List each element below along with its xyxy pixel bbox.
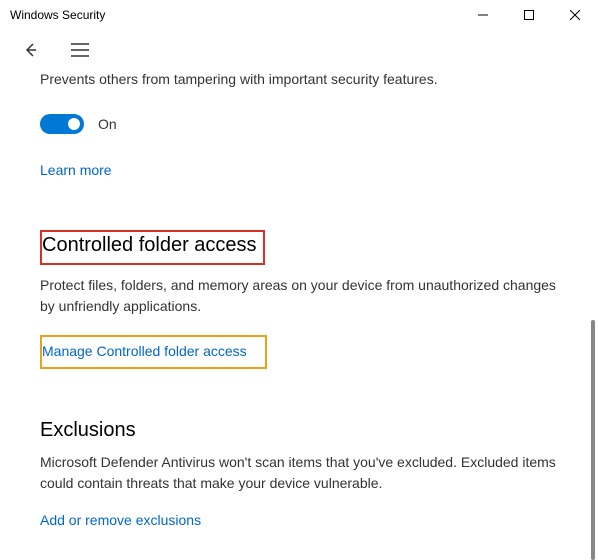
controlled-folder-section: Controlled folder access Protect files, … <box>40 230 578 369</box>
manage-controlled-folder-link[interactable]: Manage Controlled folder access <box>42 343 247 359</box>
tamper-toggle-label: On <box>98 116 117 132</box>
window-title: Windows Security <box>10 8 105 22</box>
add-remove-exclusions-link[interactable]: Add or remove exclusions <box>40 512 201 528</box>
content-area: Prevents others from tampering with impo… <box>0 70 598 530</box>
controlled-folder-title: Controlled folder access <box>42 234 257 257</box>
controlled-folder-description: Protect files, folders, and memory areas… <box>40 275 570 317</box>
tamper-toggle[interactable] <box>40 114 84 134</box>
nav-row <box>0 30 598 70</box>
titlebar: Windows Security <box>0 0 598 30</box>
window-controls <box>460 0 598 30</box>
close-button[interactable] <box>552 0 598 30</box>
back-button[interactable] <box>12 32 48 68</box>
menu-button[interactable] <box>62 32 98 68</box>
scrollbar[interactable] <box>583 40 597 560</box>
exclusions-section: Exclusions Microsoft Defender Antivirus … <box>40 419 578 530</box>
toggle-knob-icon <box>68 118 80 130</box>
highlight-yellow-box: Manage Controlled folder access <box>40 335 267 369</box>
tamper-toggle-row: On <box>40 114 578 134</box>
learn-more-link[interactable]: Learn more <box>40 162 112 178</box>
maximize-button[interactable] <box>506 0 552 30</box>
tamper-description: Prevents others from tampering with impo… <box>40 70 578 90</box>
scrollbar-thumb[interactable] <box>591 320 595 560</box>
minimize-button[interactable] <box>460 0 506 30</box>
highlight-red-box: Controlled folder access <box>40 230 265 265</box>
exclusions-title: Exclusions <box>40 419 136 442</box>
exclusions-description: Microsoft Defender Antivirus won't scan … <box>40 452 570 494</box>
